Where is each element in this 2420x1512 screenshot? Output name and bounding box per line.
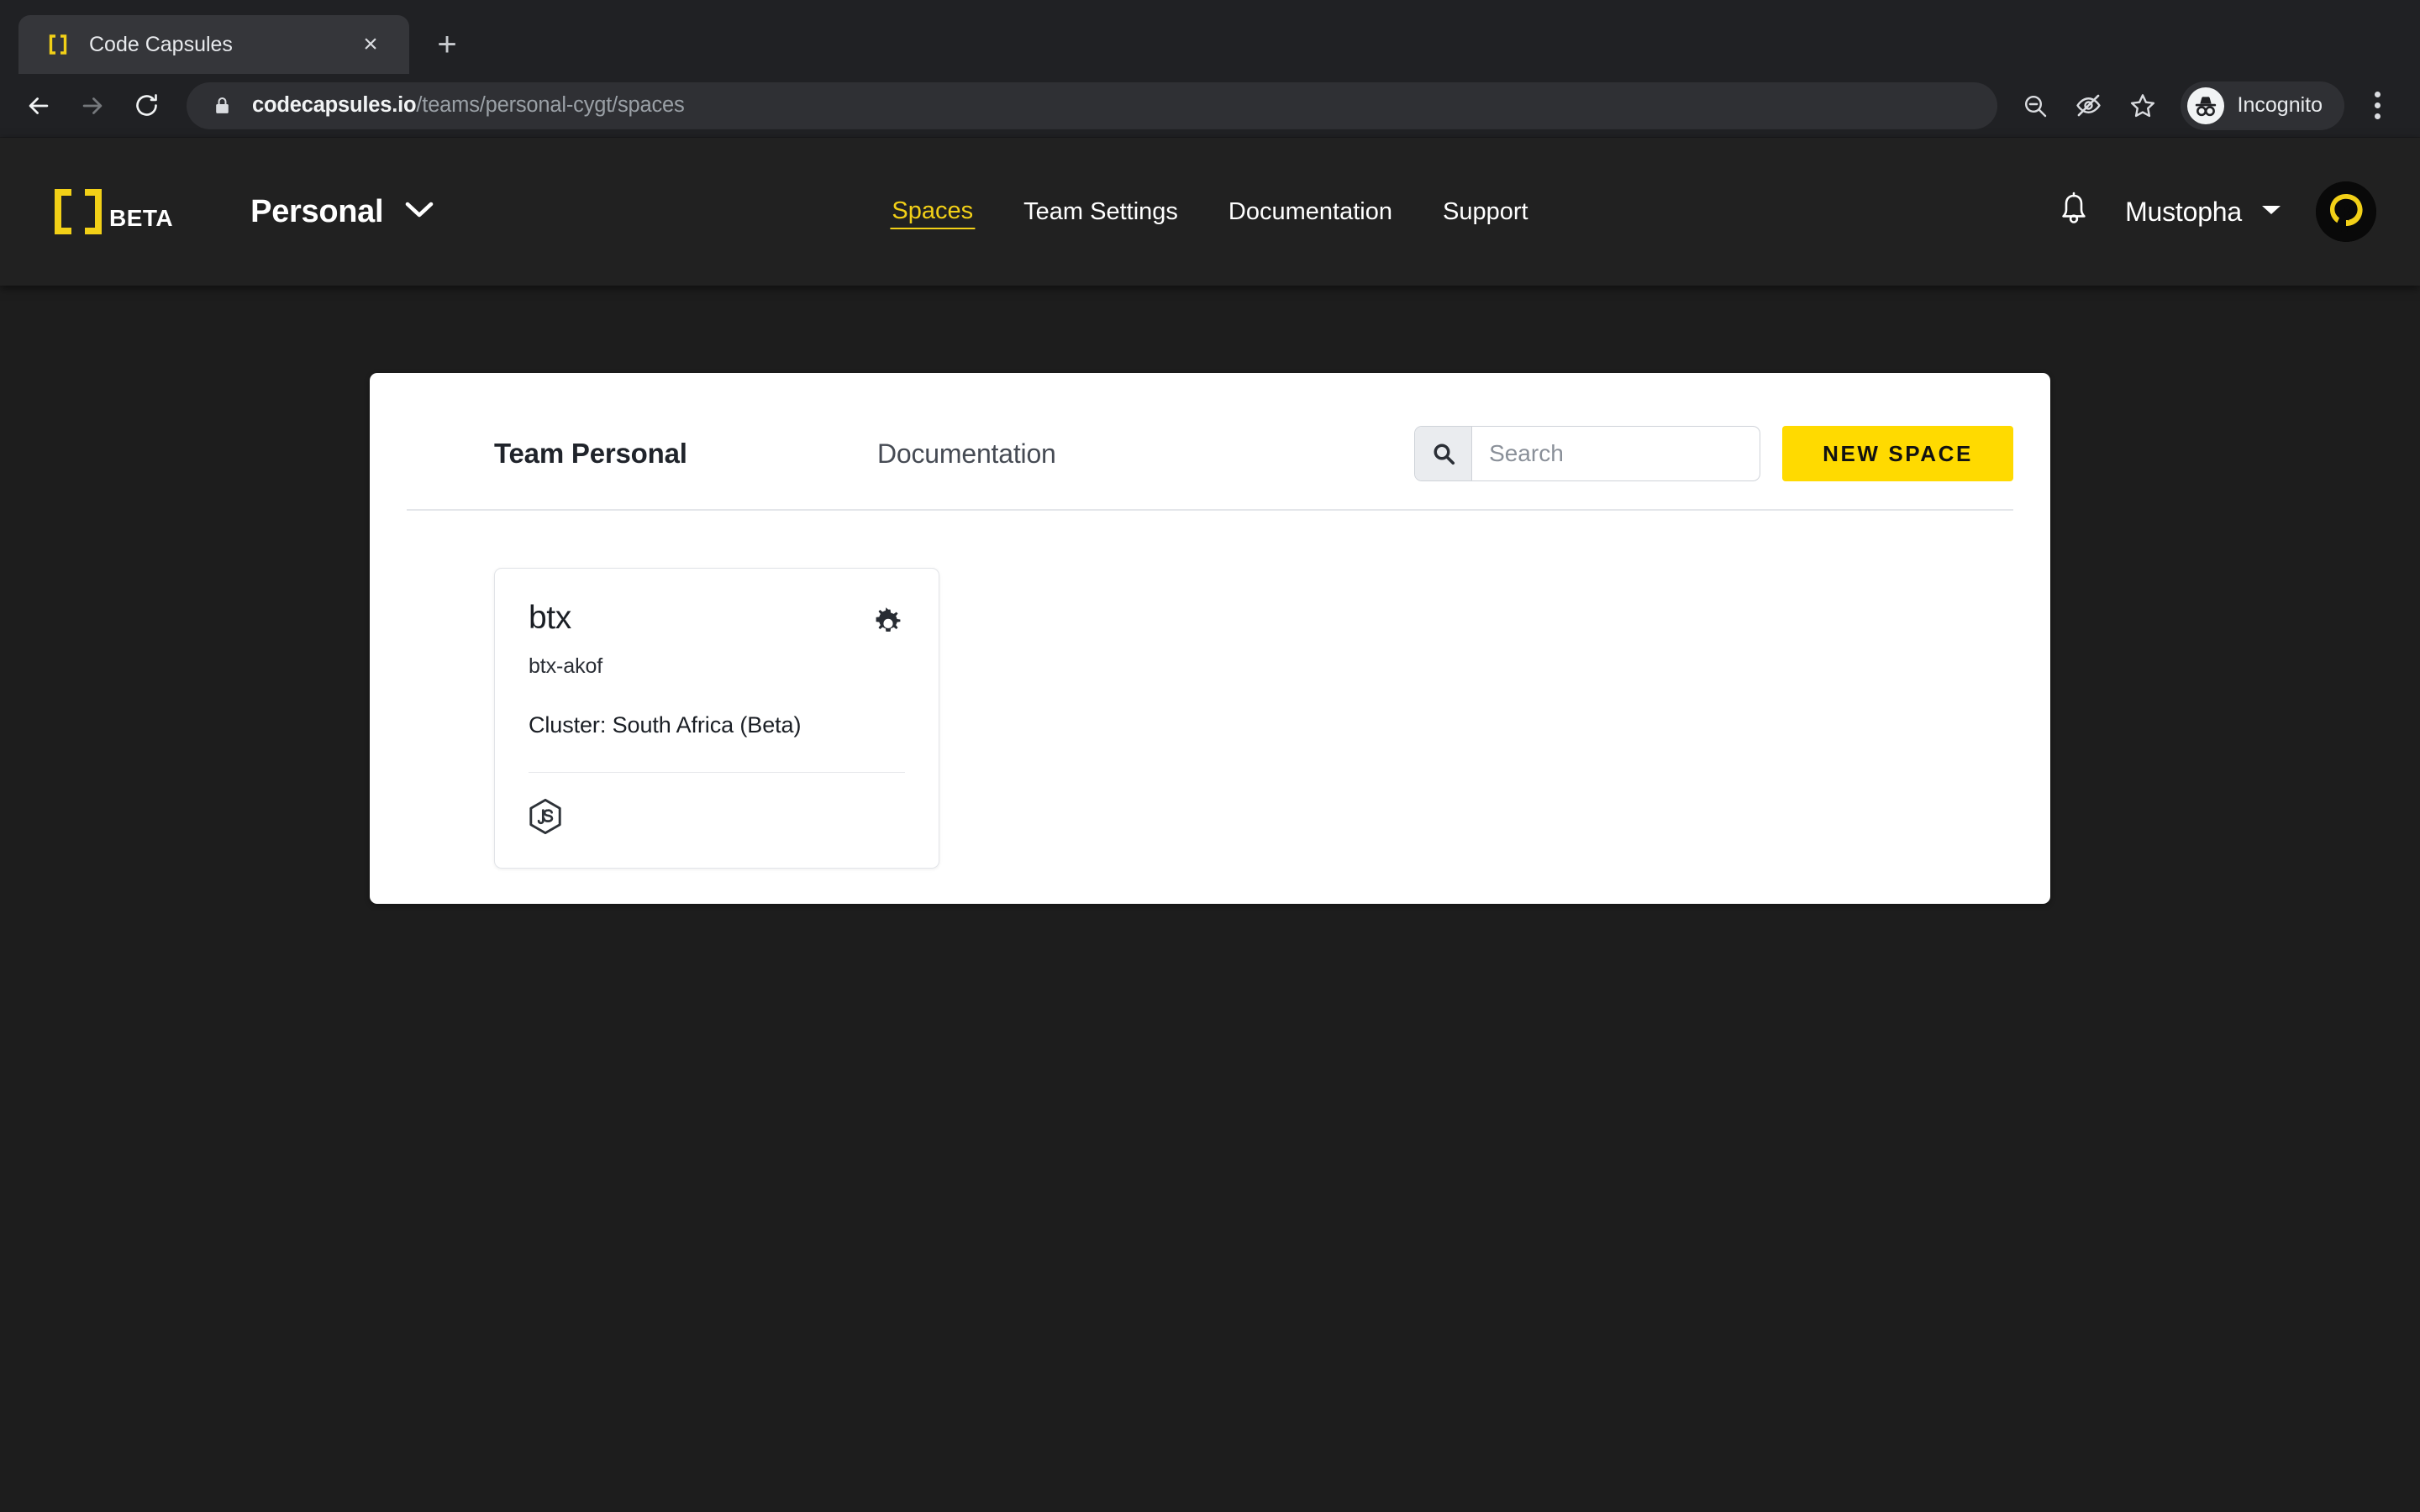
user-avatar-icon [2316, 181, 2376, 242]
space-cluster: Cluster: South Africa (Beta) [529, 711, 802, 738]
zoom-out-icon [2024, 95, 2046, 117]
chevron-down-icon [2260, 203, 2282, 221]
search-box[interactable] [1414, 426, 1761, 481]
nav-link-documentation[interactable]: Documentation [1227, 195, 1394, 229]
nodejs-icon [529, 798, 562, 839]
team-switcher[interactable]: Personal [250, 194, 434, 230]
forward-button[interactable] [66, 79, 119, 133]
address-bar[interactable]: codecapsules.io/teams/personal-cygt/spac… [187, 81, 1997, 129]
bookmark-button[interactable] [2117, 80, 2169, 132]
address-bar-url: codecapsules.io/teams/personal-cygt/spac… [252, 93, 685, 118]
reload-button[interactable] [119, 79, 173, 133]
browser-tab-title: Code Capsules [89, 32, 233, 56]
spaces-grid: btx btx-akof Cluster: South Africa (Beta… [370, 511, 2050, 869]
new-tab-button[interactable]: + [421, 18, 473, 71]
panel-toolbar-actions: NEW SPACE [1414, 426, 2013, 481]
brand-logo-group[interactable]: BETA [50, 187, 173, 236]
documentation-link[interactable]: Documentation [877, 438, 1056, 470]
url-domain: codecapsules.io [252, 93, 417, 117]
app-header: BETA Personal Spaces Team Settings Docum… [0, 138, 2420, 286]
toolbar-actions [2009, 80, 2169, 132]
eye-slash-button[interactable] [2063, 80, 2115, 132]
browser-chrome: Code Capsules × + codecapsules.io/teams/… [0, 0, 2420, 138]
space-tech-stack [529, 773, 905, 839]
chevron-down-icon [405, 201, 434, 223]
team-switcher-label: Personal [250, 193, 384, 229]
gear-icon[interactable] [871, 601, 905, 639]
star-icon [2130, 93, 2154, 117]
page-title: Team Personal [494, 438, 687, 469]
incognito-label: Incognito [2237, 93, 2323, 117]
spaces-panel: Team Personal Documentation NEW SPACE [370, 373, 2050, 904]
reload-icon [135, 94, 157, 116]
header-right-group: Mustopha [2056, 181, 2376, 242]
browser-tab[interactable]: Code Capsules × [18, 15, 409, 74]
eye-slash-icon [2076, 94, 2101, 117]
space-card[interactable]: btx btx-akof Cluster: South Africa (Beta… [494, 567, 939, 869]
bell-icon[interactable] [2056, 191, 2091, 234]
incognito-profile-chip[interactable]: Incognito [2180, 81, 2344, 130]
main-navigation: Spaces Team Settings Documentation Suppo… [890, 194, 1529, 229]
browser-toolbar: codecapsules.io/teams/personal-cygt/spac… [0, 74, 2420, 138]
space-card-header: btx [529, 599, 905, 639]
zoom-out-button[interactable] [2009, 80, 2061, 132]
space-name: btx [529, 599, 571, 636]
nav-link-team-settings[interactable]: Team Settings [1022, 195, 1180, 229]
page-body: Team Personal Documentation NEW SPACE [0, 286, 2420, 904]
arrow-right-icon [82, 97, 103, 114]
avatar[interactable] [2316, 181, 2376, 242]
user-menu[interactable]: Mustopha [2125, 197, 2282, 228]
browser-tabstrip: Code Capsules × + [0, 0, 2420, 74]
search-input[interactable] [1472, 427, 1760, 480]
search-icon [1415, 427, 1473, 480]
url-path: /teams/personal-cygt/spaces [416, 93, 685, 117]
kebab-dot [2374, 102, 2381, 108]
arrow-left-icon [29, 97, 49, 114]
close-icon[interactable]: × [354, 28, 387, 61]
nav-link-support[interactable]: Support [1441, 195, 1530, 229]
beta-badge: BETA [109, 205, 174, 231]
nav-link-spaces[interactable]: Spaces [890, 194, 976, 229]
panel-toolbar: Team Personal Documentation NEW SPACE [370, 373, 2050, 486]
code-capsules-brackets-icon [50, 187, 106, 236]
user-name: Mustopha [2125, 196, 2242, 227]
new-space-button[interactable]: NEW SPACE [1782, 426, 2013, 481]
kebab-dot [2374, 113, 2381, 119]
space-slug: btx-akof [529, 654, 603, 678]
kebab-menu-icon[interactable] [2353, 80, 2402, 132]
lock-icon [212, 95, 234, 116]
back-button[interactable] [12, 79, 66, 133]
incognito-icon [2186, 87, 2224, 124]
brackets-logo-icon [45, 32, 71, 57]
kebab-dot [2374, 92, 2381, 97]
